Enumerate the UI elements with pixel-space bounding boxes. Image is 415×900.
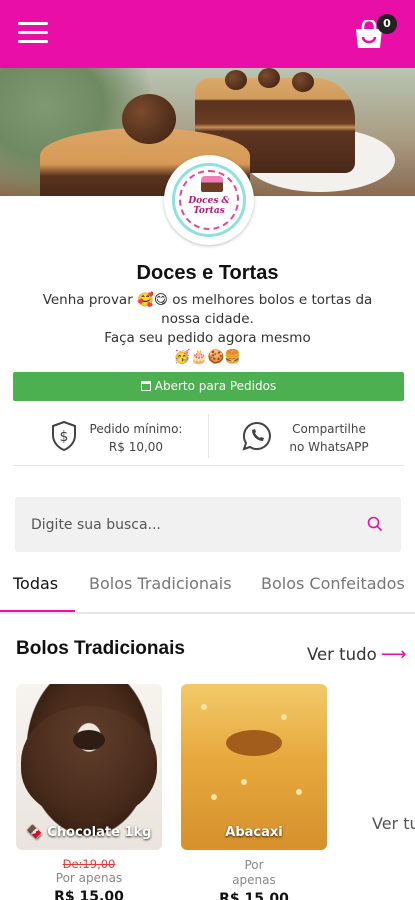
store-status-badge: Aberto para Pedidos <box>13 372 404 401</box>
product-image: Abacaxi <box>181 684 327 850</box>
logo-text-line1: Doces & <box>188 196 230 206</box>
svg-text:$: $ <box>60 429 69 445</box>
cart-count-badge: 0 <box>377 14 397 34</box>
price-prefix-2: apenas <box>232 873 276 887</box>
active-tab-indicator <box>0 610 75 612</box>
share-label-2: no WhatsAPP <box>289 440 369 454</box>
description-emojis: 🥳🎂🍪🍔 <box>173 349 242 365</box>
share-label: Compartilhe <box>292 422 366 436</box>
see-all-link[interactable]: Ver tudo ⟶ <box>307 644 407 665</box>
logo-text-line2: Tortas <box>193 206 225 216</box>
category-tabs: Todas Bolos Tradicionais Bolos Confeitad… <box>0 560 415 614</box>
store-logo: Doces & Tortas <box>164 155 254 245</box>
product-price: R$ 15,00 <box>219 891 289 900</box>
search-input[interactable] <box>31 497 351 552</box>
top-app-bar: 0 <box>0 0 415 68</box>
price-prefix: Por apenas <box>55 871 123 885</box>
product-price: R$ 15,00 <box>54 889 124 900</box>
status-label: Aberto para Pedidos <box>154 379 277 393</box>
search-icon[interactable] <box>367 516 383 532</box>
tab-bolos-confeitados[interactable]: Bolos Confeitados <box>261 574 405 593</box>
shield-dollar-icon: $ <box>52 420 76 452</box>
menu-icon[interactable] <box>18 22 48 46</box>
description-line: Venha provar 🥰😋 os melhores bolos e tort… <box>42 292 373 327</box>
price-prefix: Por <box>244 858 264 872</box>
product-card-abacaxi[interactable]: Abacaxi Por apenas R$ 15,00 <box>181 684 327 900</box>
store-description: Venha provar 🥰😋 os melhores bolos e tort… <box>24 291 391 367</box>
calendar-icon <box>140 381 151 391</box>
arrow-right-icon: ⟶ <box>380 644 407 665</box>
min-order-label: Pedido mínimo: <box>89 422 183 436</box>
description-line: Faça seu pedido agora mesmo <box>104 330 311 346</box>
product-name: 🍫 Chocolate 1kg <box>26 825 152 840</box>
product-name: Abacaxi <box>225 825 283 840</box>
cart-button[interactable]: 0 <box>352 12 402 56</box>
min-order-info: $ Pedido mínimo: R$ 10,00 <box>50 414 210 460</box>
tab-todas[interactable]: Todas <box>13 574 58 593</box>
tab-bolos-tradicionais[interactable]: Bolos Tradicionais <box>89 574 232 593</box>
store-name: Doces e Tortas <box>136 262 279 284</box>
old-price: De:19,00 <box>62 857 116 871</box>
section-title: Bolos Tradicionais <box>16 638 185 659</box>
store-info-row: $ Pedido mínimo: R$ 10,00 Compartilhe no… <box>13 408 404 466</box>
see-all-card-link[interactable]: Ver tu <box>372 814 415 833</box>
min-order-value: R$ 10,00 <box>108 440 164 454</box>
search-bar <box>15 497 401 552</box>
share-whatsapp-button[interactable]: Compartilhe no WhatsAPP <box>241 414 401 460</box>
product-image: 🍫 Chocolate 1kg <box>16 684 162 850</box>
divider <box>208 414 209 458</box>
see-all-label: Ver tudo <box>307 645 377 664</box>
cake-icon <box>201 176 223 192</box>
product-card-chocolate[interactable]: 🍫 Chocolate 1kg De:19,00 Por apenas R$ 1… <box>16 684 162 900</box>
whatsapp-icon <box>242 421 271 451</box>
